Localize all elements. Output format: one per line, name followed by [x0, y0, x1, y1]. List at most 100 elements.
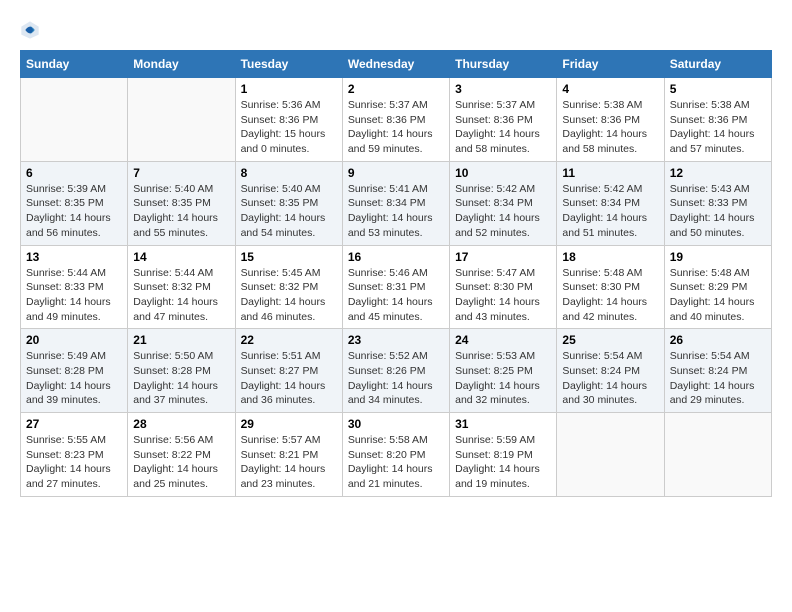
- day-number: 2: [348, 82, 444, 96]
- calendar-week-row: 20 Sunrise: 5:49 AM Sunset: 8:28 PM Dayli…: [21, 329, 772, 413]
- day-number: 31: [455, 417, 551, 431]
- day-number: 18: [562, 250, 658, 264]
- day-number: 29: [241, 417, 337, 431]
- header-thursday: Thursday: [450, 51, 557, 78]
- calendar-cell: 23 Sunrise: 5:52 AM Sunset: 8:26 PM Dayli…: [342, 329, 449, 413]
- day-number: 8: [241, 166, 337, 180]
- day-number: 21: [133, 333, 229, 347]
- calendar-cell: 21Sunrise: 5:50 AM Sunset: 8:28 PM Dayli…: [128, 329, 235, 413]
- day-number: 24: [455, 333, 551, 347]
- day-info: Sunrise: 5:52 AM Sunset: 8:26 PM Dayligh…: [348, 349, 444, 408]
- calendar-cell: 17 Sunrise: 5:47 AM Sunset: 8:30 PM Dayli…: [450, 245, 557, 329]
- day-info: Sunrise: 5:47 AM Sunset: 8:30 PM Dayligh…: [455, 266, 551, 325]
- day-number: 22: [241, 333, 337, 347]
- calendar-week-row: 27 Sunrise: 5:55 AM Sunset: 8:23 PM Dayli…: [21, 413, 772, 497]
- logo: [20, 20, 44, 40]
- calendar-cell: 25 Sunrise: 5:54 AM Sunset: 8:24 PM Dayli…: [557, 329, 664, 413]
- calendar-cell: 16 Sunrise: 5:46 AM Sunset: 8:31 PM Dayli…: [342, 245, 449, 329]
- calendar-cell: 6 Sunrise: 5:39 AM Sunset: 8:35 PM Daylig…: [21, 161, 128, 245]
- day-info: Sunrise: 5:43 AM Sunset: 8:33 PM Dayligh…: [670, 182, 766, 241]
- calendar-cell: 27 Sunrise: 5:55 AM Sunset: 8:23 PM Dayli…: [21, 413, 128, 497]
- day-info: Sunrise: 5:48 AM Sunset: 8:29 PM Dayligh…: [670, 266, 766, 325]
- calendar-cell: 18 Sunrise: 5:48 AM Sunset: 8:30 PM Dayli…: [557, 245, 664, 329]
- day-info: Sunrise: 5:48 AM Sunset: 8:30 PM Dayligh…: [562, 266, 658, 325]
- day-number: 12: [670, 166, 766, 180]
- calendar-cell: 13Sunrise: 5:44 AM Sunset: 8:33 PM Dayli…: [21, 245, 128, 329]
- day-number: 30: [348, 417, 444, 431]
- day-number: 26: [670, 333, 766, 347]
- day-info: Sunrise: 5:59 AM Sunset: 8:19 PM Dayligh…: [455, 433, 551, 492]
- day-info: Sunrise: 5:42 AM Sunset: 8:34 PM Dayligh…: [562, 182, 658, 241]
- day-info: Sunrise: 5:37 AM Sunset: 8:36 PM Dayligh…: [348, 98, 444, 157]
- calendar-cell: 24 Sunrise: 5:53 AM Sunset: 8:25 PM Dayli…: [450, 329, 557, 413]
- day-info: Sunrise: 5:40 AM Sunset: 8:35 PM Dayligh…: [241, 182, 337, 241]
- header-monday: Monday: [128, 51, 235, 78]
- day-info: Sunrise: 5:38 AM Sunset: 8:36 PM Dayligh…: [562, 98, 658, 157]
- day-info: Sunrise: 5:44 AM Sunset: 8:32 PM Dayligh…: [133, 266, 229, 325]
- calendar-cell: 31 Sunrise: 5:59 AM Sunset: 8:19 PM Dayli…: [450, 413, 557, 497]
- day-info: Sunrise: 5:58 AM Sunset: 8:20 PM Dayligh…: [348, 433, 444, 492]
- day-number: 13: [26, 250, 122, 264]
- day-number: 27: [26, 417, 122, 431]
- calendar-cell: 12 Sunrise: 5:43 AM Sunset: 8:33 PM Dayli…: [664, 161, 771, 245]
- header-tuesday: Tuesday: [235, 51, 342, 78]
- day-info: Sunrise: 5:40 AM Sunset: 8:35 PM Dayligh…: [133, 182, 229, 241]
- day-number: 15: [241, 250, 337, 264]
- calendar-cell: 29 Sunrise: 5:57 AM Sunset: 8:21 PM Dayli…: [235, 413, 342, 497]
- calendar-cell: [21, 78, 128, 162]
- day-number: 10: [455, 166, 551, 180]
- calendar-cell: 10 Sunrise: 5:42 AM Sunset: 8:34 PM Dayli…: [450, 161, 557, 245]
- day-number: 6: [26, 166, 122, 180]
- calendar-cell: 3Sunrise: 5:37 AM Sunset: 8:36 PM Daylig…: [450, 78, 557, 162]
- calendar-week-row: 13Sunrise: 5:44 AM Sunset: 8:33 PM Dayli…: [21, 245, 772, 329]
- day-info: Sunrise: 5:36 AM Sunset: 8:36 PM Dayligh…: [241, 98, 337, 157]
- calendar-cell: 19Sunrise: 5:48 AM Sunset: 8:29 PM Dayli…: [664, 245, 771, 329]
- day-number: 23: [348, 333, 444, 347]
- header-friday: Friday: [557, 51, 664, 78]
- day-number: 3: [455, 82, 551, 96]
- day-number: 28: [133, 417, 229, 431]
- day-info: Sunrise: 5:49 AM Sunset: 8:28 PM Dayligh…: [26, 349, 122, 408]
- calendar-cell: 28Sunrise: 5:56 AM Sunset: 8:22 PM Dayli…: [128, 413, 235, 497]
- calendar-cell: 5 Sunrise: 5:38 AM Sunset: 8:36 PM Daylig…: [664, 78, 771, 162]
- day-number: 11: [562, 166, 658, 180]
- day-number: 20: [26, 333, 122, 347]
- calendar-cell: 20 Sunrise: 5:49 AM Sunset: 8:28 PM Dayli…: [21, 329, 128, 413]
- logo-icon: [20, 20, 40, 40]
- day-info: Sunrise: 5:38 AM Sunset: 8:36 PM Dayligh…: [670, 98, 766, 157]
- day-info: Sunrise: 5:51 AM Sunset: 8:27 PM Dayligh…: [241, 349, 337, 408]
- calendar-cell: 1 Sunrise: 5:36 AM Sunset: 8:36 PM Daylig…: [235, 78, 342, 162]
- calendar-week-row: 6 Sunrise: 5:39 AM Sunset: 8:35 PM Daylig…: [21, 161, 772, 245]
- header-saturday: Saturday: [664, 51, 771, 78]
- header-sunday: Sunday: [21, 51, 128, 78]
- day-info: Sunrise: 5:54 AM Sunset: 8:24 PM Dayligh…: [562, 349, 658, 408]
- calendar-cell: [128, 78, 235, 162]
- day-info: Sunrise: 5:39 AM Sunset: 8:35 PM Dayligh…: [26, 182, 122, 241]
- calendar-cell: 2 Sunrise: 5:37 AM Sunset: 8:36 PM Daylig…: [342, 78, 449, 162]
- day-info: Sunrise: 5:46 AM Sunset: 8:31 PM Dayligh…: [348, 266, 444, 325]
- calendar-cell: [557, 413, 664, 497]
- calendar-cell: 7 Sunrise: 5:40 AM Sunset: 8:35 PM Daylig…: [128, 161, 235, 245]
- calendar-cell: 30 Sunrise: 5:58 AM Sunset: 8:20 PM Dayli…: [342, 413, 449, 497]
- day-number: 5: [670, 82, 766, 96]
- day-number: 25: [562, 333, 658, 347]
- day-info: Sunrise: 5:41 AM Sunset: 8:34 PM Dayligh…: [348, 182, 444, 241]
- day-number: 17: [455, 250, 551, 264]
- calendar-cell: [664, 413, 771, 497]
- day-number: 7: [133, 166, 229, 180]
- calendar-cell: 22 Sunrise: 5:51 AM Sunset: 8:27 PM Dayli…: [235, 329, 342, 413]
- calendar-week-row: 1 Sunrise: 5:36 AM Sunset: 8:36 PM Daylig…: [21, 78, 772, 162]
- day-number: 1: [241, 82, 337, 96]
- day-info: Sunrise: 5:55 AM Sunset: 8:23 PM Dayligh…: [26, 433, 122, 492]
- day-info: Sunrise: 5:53 AM Sunset: 8:25 PM Dayligh…: [455, 349, 551, 408]
- day-info: Sunrise: 5:45 AM Sunset: 8:32 PM Dayligh…: [241, 266, 337, 325]
- calendar-cell: 8 Sunrise: 5:40 AM Sunset: 8:35 PM Daylig…: [235, 161, 342, 245]
- calendar-cell: 14Sunrise: 5:44 AM Sunset: 8:32 PM Dayli…: [128, 245, 235, 329]
- day-info: Sunrise: 5:57 AM Sunset: 8:21 PM Dayligh…: [241, 433, 337, 492]
- day-number: 16: [348, 250, 444, 264]
- calendar-cell: 9 Sunrise: 5:41 AM Sunset: 8:34 PM Daylig…: [342, 161, 449, 245]
- day-number: 9: [348, 166, 444, 180]
- day-info: Sunrise: 5:42 AM Sunset: 8:34 PM Dayligh…: [455, 182, 551, 241]
- calendar-table: SundayMondayTuesdayWednesdayThursdayFrid…: [20, 50, 772, 497]
- calendar-cell: 26Sunrise: 5:54 AM Sunset: 8:24 PM Dayli…: [664, 329, 771, 413]
